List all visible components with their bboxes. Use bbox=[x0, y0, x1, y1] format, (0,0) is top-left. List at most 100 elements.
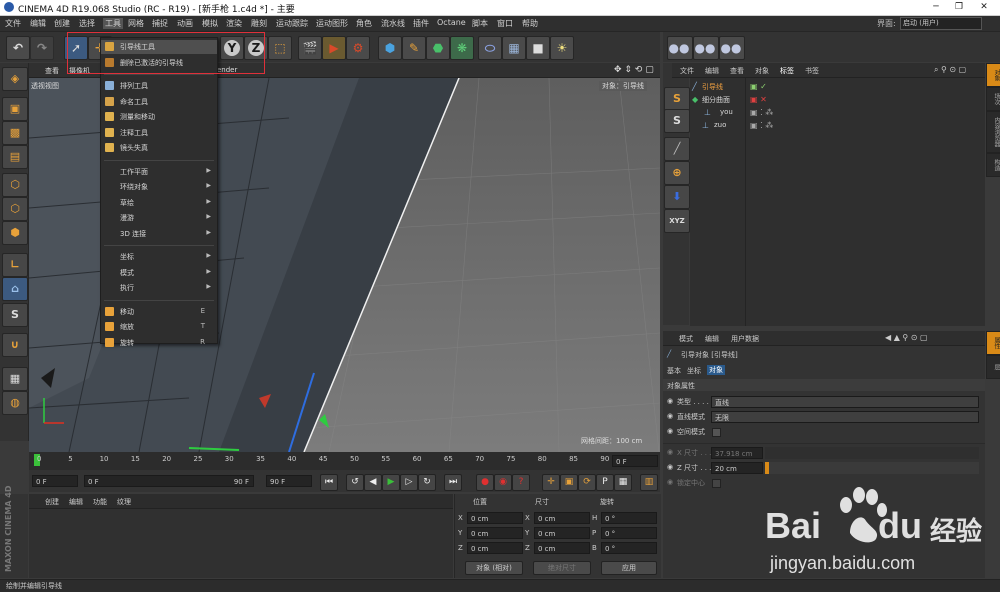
attr-z-size-slider[interactable] bbox=[765, 462, 979, 474]
tools-menu-item[interactable]: 执行 ▶ bbox=[101, 281, 217, 295]
tools-menu-item[interactable]: 旋转 R bbox=[101, 336, 217, 350]
timeline-window-button[interactable]: ▥ bbox=[640, 474, 658, 491]
object-manager[interactable]: ╱ 引导线 ▣ ✓ ◆ 细分曲面 ▣ ✕ ⊥ you ▣ ⁚ ⁂ ⊥ zuo ▣… bbox=[690, 78, 985, 326]
object-menu-bookmarks[interactable]: 书签 bbox=[805, 66, 819, 76]
layout-button-1[interactable]: ●● bbox=[667, 36, 693, 60]
timeline-ruler[interactable]: 0 5 10 15 20 25 30 35 40 45 50 55 60 65 70 75 80 85 90 0 F bbox=[29, 452, 660, 470]
material-menu-texture[interactable]: 纹理 bbox=[117, 497, 131, 507]
points-mode-button[interactable]: ⬡ bbox=[2, 173, 28, 197]
attr-menu-edit[interactable]: 编辑 bbox=[705, 334, 719, 344]
previous-frame-button[interactable]: ◀ bbox=[364, 474, 382, 491]
tools-menu-item[interactable]: 移动 E bbox=[101, 305, 217, 319]
menu-pipeline[interactable]: 流水线 bbox=[381, 18, 405, 29]
current-frame-field[interactable]: 0 F bbox=[612, 455, 658, 467]
material-menu-function[interactable]: 功能 bbox=[93, 497, 107, 507]
object-row-subdivision[interactable]: ◆ 细分曲面 ▣ ✕ bbox=[690, 94, 985, 107]
lock-workplane-button[interactable]: ▦ bbox=[2, 367, 28, 391]
menu-mesh[interactable]: 网格 bbox=[128, 18, 144, 29]
attr-x-size-field[interactable]: 37.918 cm bbox=[711, 447, 763, 459]
menu-help[interactable]: 帮助 bbox=[522, 18, 538, 29]
light-button[interactable]: ☀ bbox=[550, 36, 574, 60]
menu-animate[interactable]: 动画 bbox=[177, 18, 193, 29]
record-button[interactable]: ● bbox=[476, 474, 494, 491]
autokey-button[interactable]: ◉ bbox=[494, 474, 512, 491]
mograph-cloner-button[interactable]: ❋ bbox=[450, 36, 474, 60]
tools-menu-item[interactable]: 3D 连接 ▶ bbox=[101, 227, 217, 241]
attr-lock-center-checkbox[interactable] bbox=[712, 479, 721, 488]
viewport-menu-view[interactable]: 查看 bbox=[45, 66, 59, 76]
undo-button[interactable]: ↶ bbox=[6, 36, 30, 60]
model-mode-button[interactable]: ▣ bbox=[2, 97, 28, 121]
object-menu-edit[interactable]: 编辑 bbox=[705, 66, 719, 76]
attr-tab-coords[interactable]: 坐标 bbox=[687, 366, 701, 376]
attr-x-size-slider[interactable] bbox=[765, 447, 979, 459]
menu-octane[interactable]: Octane bbox=[437, 18, 466, 27]
tools-menu-item[interactable]: 测量和移动 bbox=[101, 110, 217, 124]
tools-menu-item[interactable]: 坐标 ▶ bbox=[101, 250, 217, 264]
edges-mode-button[interactable]: ⬡ bbox=[2, 197, 28, 221]
attr-radio-lock-center[interactable]: ◉ bbox=[667, 478, 673, 486]
side-tab-content-browser[interactable]: 内容浏览器 bbox=[986, 111, 1000, 153]
end-frame-field[interactable]: 90 F bbox=[266, 475, 312, 487]
object-menu-tags[interactable]: 标签 bbox=[780, 66, 794, 76]
side-tab-layers[interactable]: 层 bbox=[986, 355, 1000, 379]
axis-mode-button[interactable]: ∟ bbox=[2, 253, 28, 277]
tools-menu-item[interactable]: 模式 ▶ bbox=[101, 266, 217, 280]
key-pla-button[interactable]: ▦ bbox=[614, 474, 632, 491]
menu-select[interactable]: 选择 bbox=[79, 18, 95, 29]
tools-menu-item[interactable]: 缩放 T bbox=[101, 320, 217, 334]
attr-radio-line-mode[interactable]: ◉ bbox=[667, 412, 673, 420]
attr-z-size-field[interactable]: 20 cm bbox=[711, 462, 763, 474]
layout-button-3[interactable]: ●● bbox=[719, 36, 745, 60]
object-row-you[interactable]: ⊥ you ▣ ⁚ ⁂ bbox=[690, 107, 985, 120]
material-menu-edit[interactable]: 编辑 bbox=[69, 497, 83, 507]
snap-button[interactable]: S bbox=[2, 303, 28, 327]
pen-spline-button[interactable]: ✎ bbox=[402, 36, 426, 60]
tweak-mode-button[interactable]: ⌂ bbox=[2, 277, 28, 301]
menu-script[interactable]: 脚本 bbox=[472, 18, 488, 29]
render-settings-button[interactable]: ⚙ bbox=[346, 36, 370, 60]
tools-menu-item[interactable]: 环绕对象 ▶ bbox=[101, 180, 217, 194]
attr-nav-icons[interactable]: ◀ ▲ ⚲ ⊙ ▢ bbox=[885, 333, 928, 342]
menu-tools[interactable]: 工具 bbox=[103, 18, 123, 29]
coord-position-field[interactable]: 0 cm bbox=[467, 542, 523, 554]
side-tab-attributes[interactable]: 属性 bbox=[986, 331, 1000, 355]
menu-character[interactable]: 角色 bbox=[356, 18, 372, 29]
close-button[interactable]: ✕ bbox=[973, 1, 995, 14]
minimize-button[interactable]: ─ bbox=[925, 1, 947, 14]
snap-s-button-2[interactable]: S bbox=[664, 109, 690, 133]
attr-tab-object[interactable]: 对象 bbox=[707, 365, 725, 375]
start-frame-field[interactable]: 0 F bbox=[32, 475, 78, 487]
menu-sculpt[interactable]: 雕刻 bbox=[251, 18, 267, 29]
coord-size-field[interactable]: 0 cm bbox=[534, 542, 590, 554]
tools-menu-item[interactable]: 排列工具 bbox=[101, 79, 217, 93]
cube-button[interactable]: ⬢ bbox=[378, 36, 402, 60]
menu-mograph[interactable]: 运动图形 bbox=[316, 18, 348, 29]
attr-menu-user-data[interactable]: 用户数据 bbox=[731, 334, 759, 344]
key-rotation-button[interactable]: ⟳ bbox=[578, 474, 596, 491]
menu-motion-tracker[interactable]: 运动跟踪 bbox=[276, 18, 308, 29]
go-to-end-button[interactable]: ⏭ bbox=[444, 474, 462, 491]
object-row-zuo[interactable]: ⊥ zuo ▣ ⁚ ⁂ bbox=[690, 120, 985, 133]
workplane-mode-button[interactable]: ▤ bbox=[2, 145, 28, 169]
coordinate-system-button[interactable]: ⬚ bbox=[268, 36, 292, 60]
target-button[interactable]: ⊕ bbox=[664, 161, 690, 185]
object-row-guide[interactable]: ╱ 引导线 ▣ ✓ bbox=[690, 81, 985, 94]
key-scale-button[interactable]: ▣ bbox=[560, 474, 578, 491]
menu-render[interactable]: 渲染 bbox=[226, 18, 242, 29]
frame-range-slider[interactable]: 0 F 90 F bbox=[84, 475, 254, 487]
attr-type-select[interactable]: 直线 bbox=[711, 396, 979, 408]
play-button[interactable]: ▶ bbox=[382, 474, 400, 491]
coord-rotation-field[interactable]: 0 ° bbox=[601, 512, 657, 524]
attr-radio-space-mode[interactable]: ◉ bbox=[667, 427, 673, 435]
attr-line-mode-select[interactable]: 无限 bbox=[711, 411, 979, 423]
side-tab-takes[interactable]: 场次 bbox=[986, 87, 1000, 111]
polygons-mode-button[interactable]: ⬢ bbox=[2, 221, 28, 245]
menu-simulate[interactable]: 模拟 bbox=[202, 18, 218, 29]
coord-rotation-field[interactable]: 0 ° bbox=[601, 527, 657, 539]
subdivision-button[interactable]: ⬣ bbox=[426, 36, 450, 60]
attr-tab-basic[interactable]: 基本 bbox=[667, 366, 681, 376]
menu-window[interactable]: 窗口 bbox=[497, 18, 513, 29]
material-menu-create[interactable]: 创建 bbox=[45, 497, 59, 507]
go-to-start-button[interactable]: ⏮ bbox=[320, 474, 338, 491]
